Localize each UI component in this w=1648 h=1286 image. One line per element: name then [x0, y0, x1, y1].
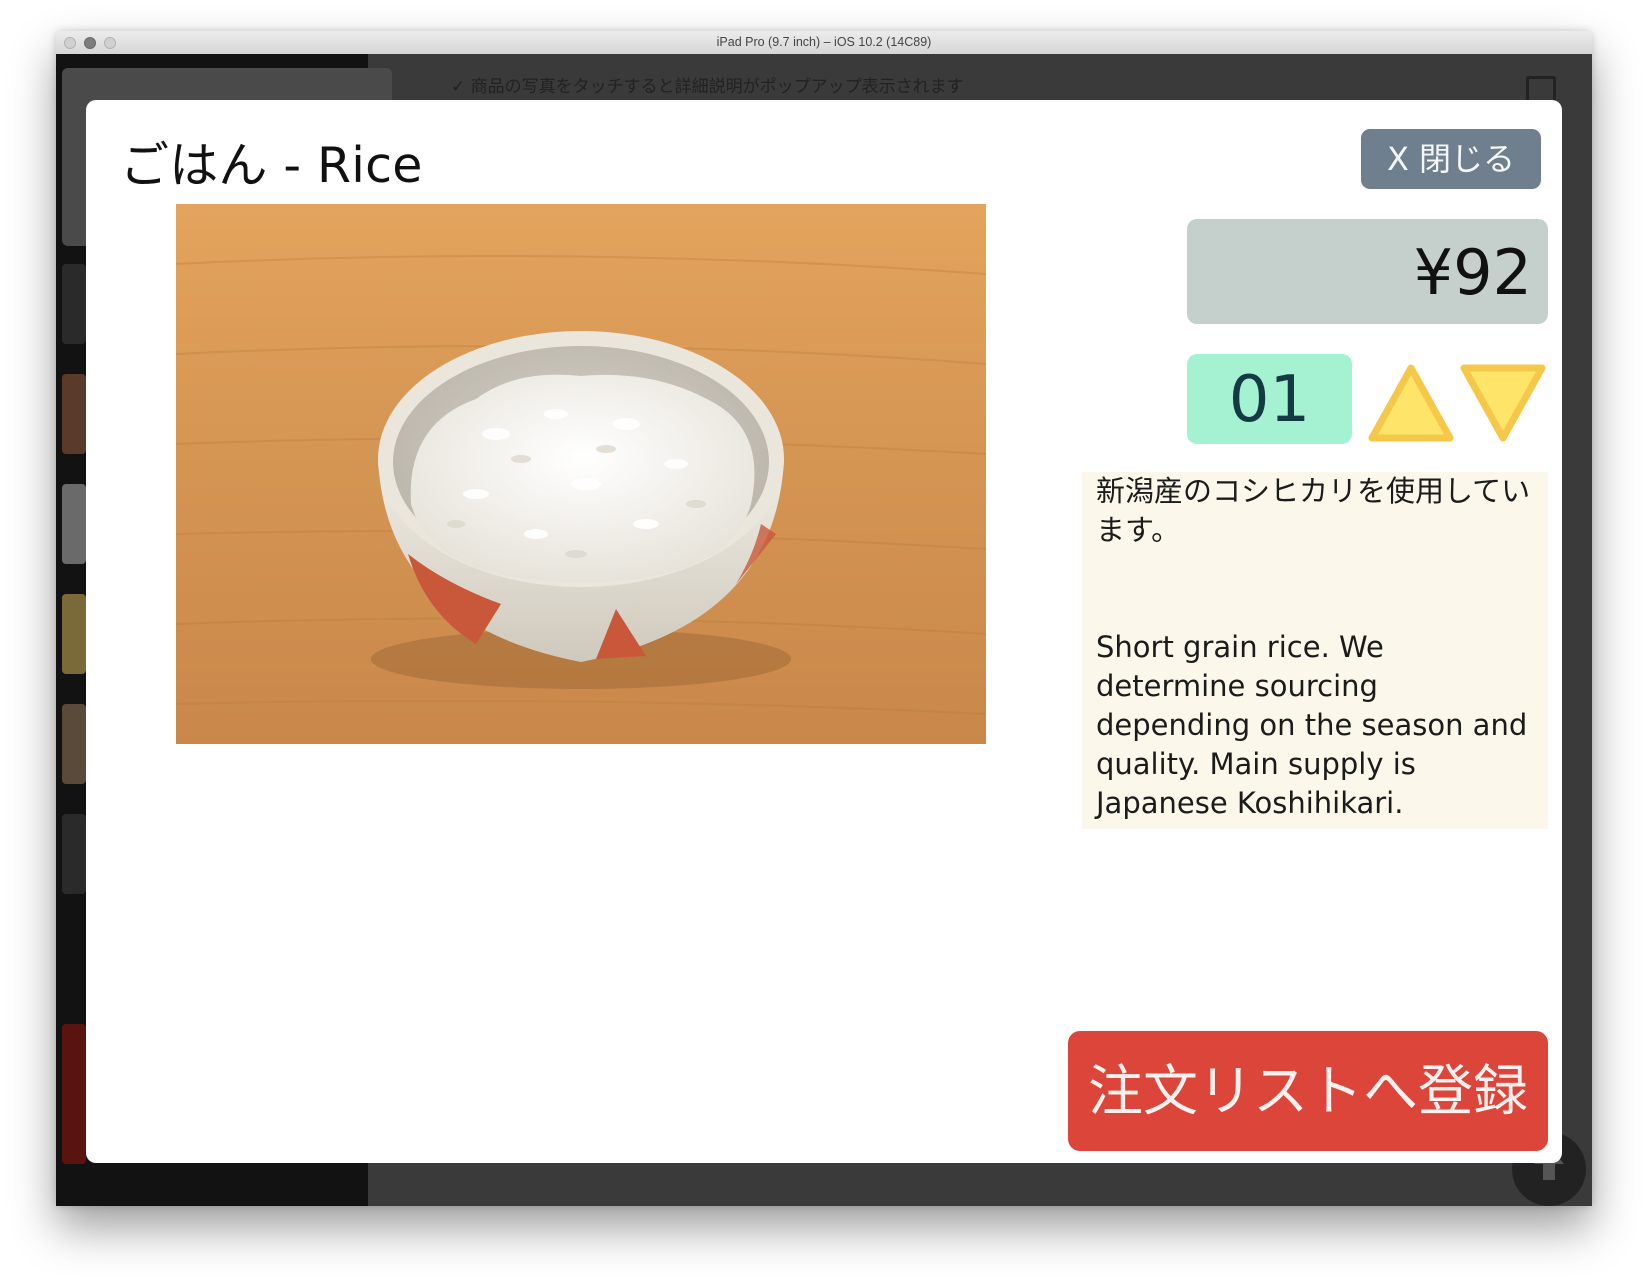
product-detail-modal: ごはん - Rice X 閉じる ¥92 01 新潟産のコシヒカリを使用していま… — [86, 100, 1562, 1163]
description-english: Short grain rice. We determine sourcing … — [1096, 630, 1528, 820]
menu-thumbnail[interactable] — [62, 374, 86, 454]
menu-thumbnail[interactable] — [62, 704, 86, 784]
triangle-down-icon — [1460, 364, 1546, 442]
price-display: ¥92 — [1187, 219, 1548, 324]
quantity-display: 01 — [1187, 354, 1352, 444]
photo-tap-hint: ✓ 商品の写真をタッチすると詳細説明がポップアップ表示されます — [451, 77, 964, 97]
arrow-up-icon-stem — [1543, 1164, 1555, 1180]
menu-thumbnail[interactable] — [62, 814, 86, 894]
menu-thumbnail[interactable] — [62, 1024, 86, 1164]
window-title: iPad Pro (9.7 inch) – iOS 10.2 (14C89) — [716, 35, 932, 49]
window-titlebar: iPad Pro (9.7 inch) – iOS 10.2 (14C89) — [56, 31, 1592, 55]
triangle-up-icon — [1368, 364, 1454, 442]
quantity-decrement-button[interactable] — [1458, 362, 1548, 444]
menu-thumbnail[interactable] — [62, 264, 86, 344]
description-japanese: 新潟産のコシヒカリを使用しています。 — [1096, 474, 1531, 547]
product-title: ごはん - Rice — [120, 137, 423, 194]
add-to-order-list-button[interactable]: 注文リストへ登録 — [1068, 1031, 1548, 1151]
rice-bowl-image — [176, 204, 986, 744]
close-button[interactable]: X 閉じる — [1361, 129, 1541, 189]
product-photo[interactable] — [176, 204, 986, 744]
clipboard-icon[interactable] — [1526, 76, 1556, 100]
quantity-increment-button[interactable] — [1366, 362, 1456, 444]
menu-thumbnail[interactable] — [62, 484, 86, 564]
product-description: 新潟産のコシヒカリを使用しています。 Short grain rice. We … — [1082, 472, 1548, 829]
menu-thumbnail[interactable] — [62, 594, 86, 674]
